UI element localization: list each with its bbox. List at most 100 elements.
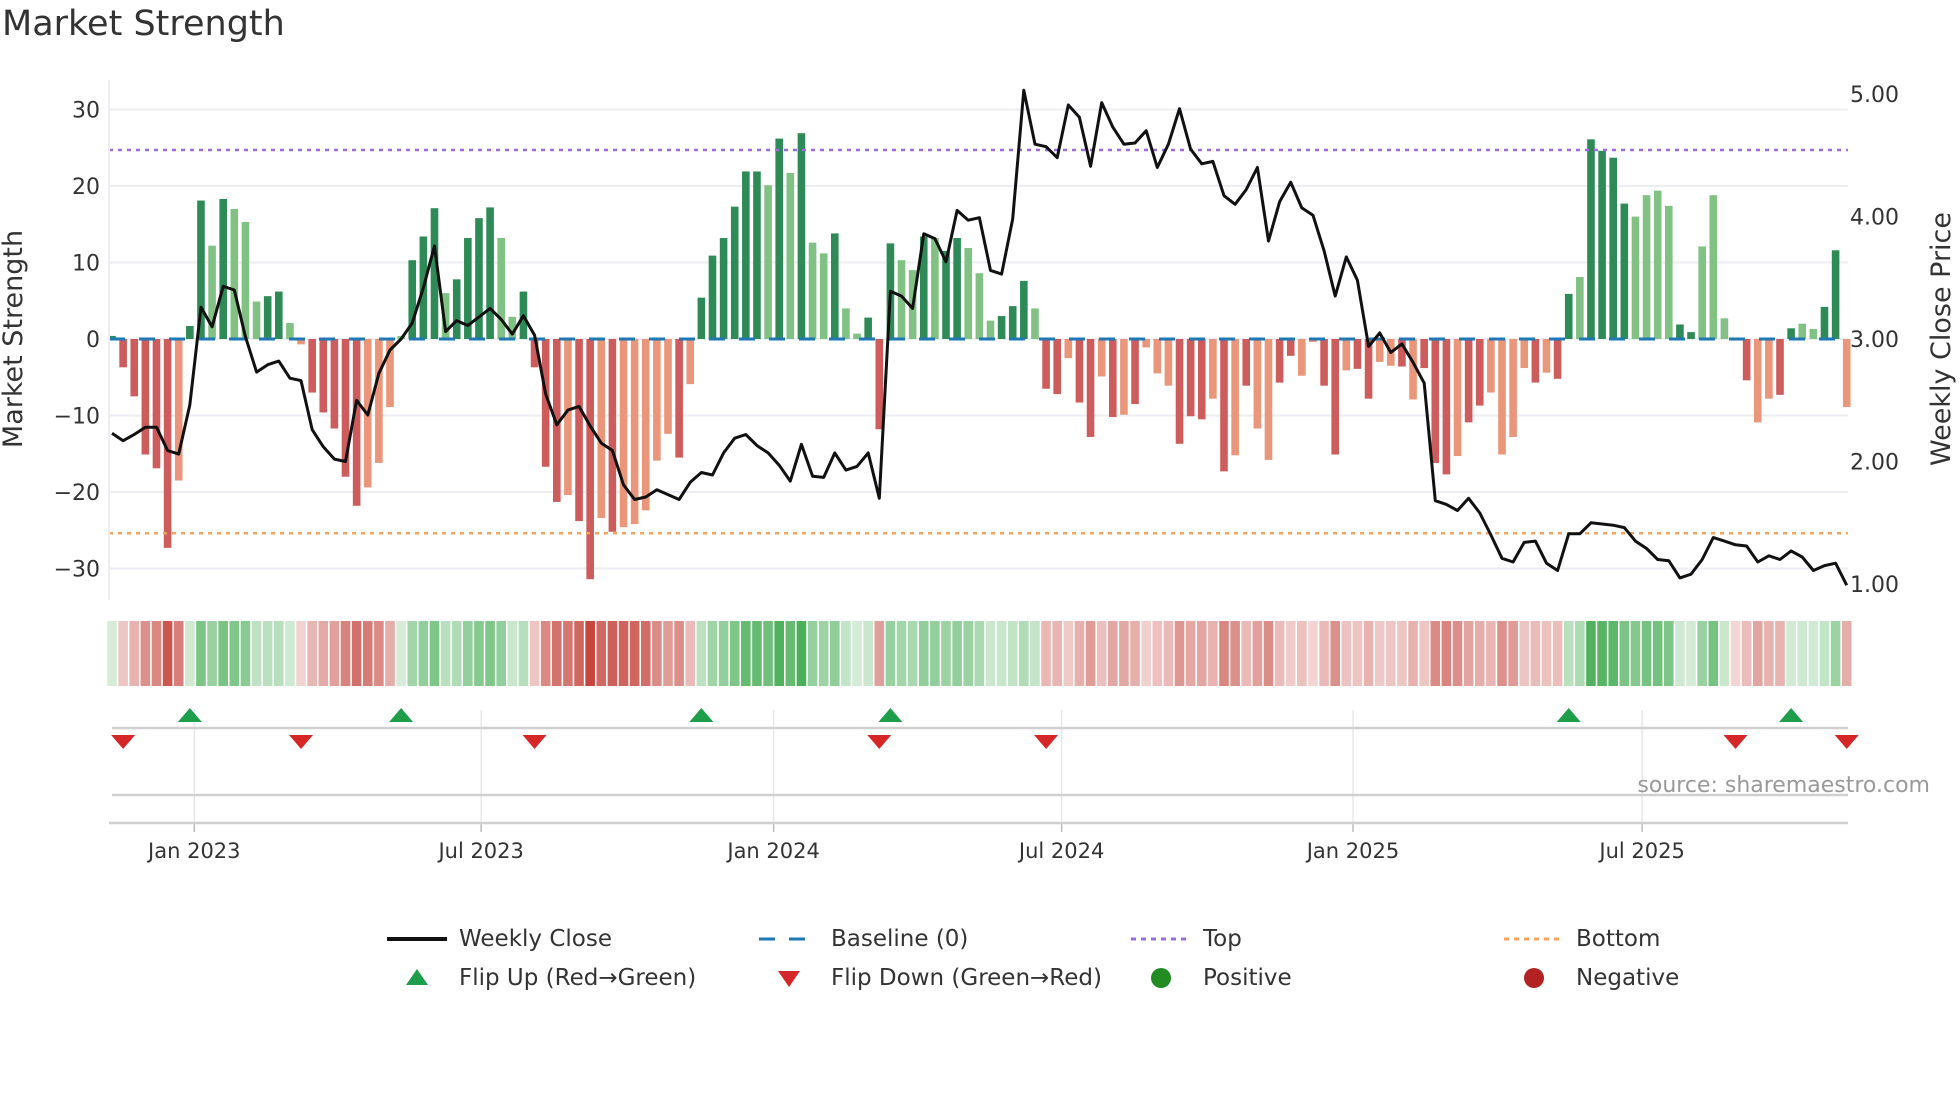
strength-bar	[1186, 339, 1195, 417]
strength-bar	[1765, 339, 1773, 399]
strength-bar	[1253, 339, 1262, 429]
strength-bar	[1587, 139, 1595, 339]
strength-bar	[1753, 339, 1762, 423]
strength-bar	[753, 171, 761, 339]
strength-bar	[1120, 339, 1128, 415]
heat-cell	[1174, 621, 1185, 686]
strength-bar	[1286, 339, 1295, 356]
strength-bar	[719, 238, 728, 339]
heat-cell	[596, 621, 607, 686]
strength-bar	[708, 255, 717, 339]
flip-down-marker	[1723, 735, 1748, 749]
heat-cell	[1374, 621, 1385, 686]
triangle-down-icon	[759, 968, 819, 988]
heat-cell	[585, 621, 595, 686]
strength-bar	[986, 320, 995, 339]
heat-cell	[418, 621, 429, 686]
heat-cell	[1797, 621, 1808, 686]
heat-cell	[1486, 621, 1496, 686]
heat-cell	[274, 621, 284, 686]
heat-cell	[140, 621, 151, 686]
heat-cell	[552, 621, 562, 686]
flip-down-marker	[522, 735, 547, 749]
heat-cell	[1452, 621, 1463, 686]
strength-bar	[1086, 339, 1095, 437]
heat-cell	[251, 621, 262, 686]
heat-cell	[1141, 621, 1151, 686]
strength-bar	[475, 218, 483, 339]
legend-negative[interactable]: Negative	[1504, 965, 1679, 991]
strength-bar	[1020, 280, 1028, 339]
strength-bar	[186, 325, 194, 339]
heat-cell	[1219, 621, 1229, 686]
heat-cell	[329, 621, 340, 686]
heat-cell	[1119, 621, 1129, 686]
heat-cell	[1041, 621, 1051, 686]
legend-flip-down[interactable]: Flip Down (Green→Red)	[759, 965, 1102, 991]
legend-weekly-close[interactable]: Weekly Close	[387, 926, 612, 952]
flip-down-marker	[111, 735, 136, 749]
heat-cell	[151, 621, 162, 686]
strength-bar	[931, 238, 939, 339]
heat-cell	[863, 621, 873, 686]
strength-bar	[786, 172, 795, 339]
strength-bar	[1576, 277, 1584, 339]
heat-cell	[807, 621, 818, 686]
legend-bottom[interactable]: Bottom	[1504, 926, 1660, 952]
heat-cell	[1552, 621, 1563, 686]
strength-bar	[1364, 339, 1373, 399]
strength-bar	[1509, 339, 1517, 437]
legend-flip-up[interactable]: Flip Up (Red→Green)	[387, 965, 696, 991]
heat-cell	[240, 621, 251, 686]
flip-down-marker	[867, 735, 892, 749]
heat-cell	[1085, 621, 1096, 686]
heat-cell	[1541, 621, 1552, 686]
y-tick-label: −10	[54, 405, 100, 430]
heat-cell	[1730, 621, 1741, 686]
strength-bar	[664, 339, 672, 434]
heat-cell	[1675, 621, 1685, 686]
strength-bar	[486, 207, 494, 339]
strength-bar	[730, 206, 739, 339]
strength-bar	[1498, 339, 1506, 455]
legend-label: Negative	[1576, 965, 1680, 991]
strength-bar	[1298, 339, 1306, 376]
strength-bar	[375, 339, 383, 463]
strength-bar	[964, 247, 973, 339]
heat-cell	[385, 621, 395, 686]
strength-bar	[953, 238, 961, 339]
heat-cell	[1319, 621, 1329, 686]
heat-cell	[129, 621, 140, 686]
heat-cell	[1152, 621, 1163, 686]
strength-bar	[1353, 339, 1362, 369]
strength-bar	[308, 339, 316, 393]
strength-bar	[1598, 150, 1606, 339]
strength-bar	[1275, 339, 1284, 383]
heat-cell	[1408, 621, 1418, 686]
heat-cell	[1741, 621, 1752, 686]
y2-axis-title: Weekly Close Price	[1926, 212, 1957, 466]
strength-bar	[1798, 323, 1807, 339]
heat-cell	[318, 621, 329, 686]
strength-bar	[1375, 339, 1384, 362]
y-tick-label: 20	[72, 175, 100, 200]
y2-tick-label: 2.00	[1850, 451, 1899, 476]
legend-baseline[interactable]: Baseline (0)	[759, 926, 968, 952]
heat-cell	[1019, 621, 1029, 686]
strength-bar	[1109, 339, 1117, 418]
heat-cell	[563, 621, 573, 686]
legend-top[interactable]: Top	[1131, 926, 1242, 952]
legend-positive[interactable]: Positive	[1131, 965, 1292, 991]
strength-bar	[330, 339, 339, 429]
heat-cell	[640, 621, 651, 686]
heat-cell	[451, 621, 462, 686]
heat-cell	[1007, 621, 1018, 686]
y-tick-label: 30	[72, 99, 100, 124]
heat-cell	[173, 621, 184, 686]
heat-cell	[796, 621, 807, 686]
strength-bar	[942, 251, 950, 339]
strength-bar	[575, 339, 583, 522]
strength-bar	[230, 208, 239, 339]
legend-label: Flip Up (Red→Green)	[459, 965, 697, 991]
heat-cell	[1719, 621, 1730, 686]
